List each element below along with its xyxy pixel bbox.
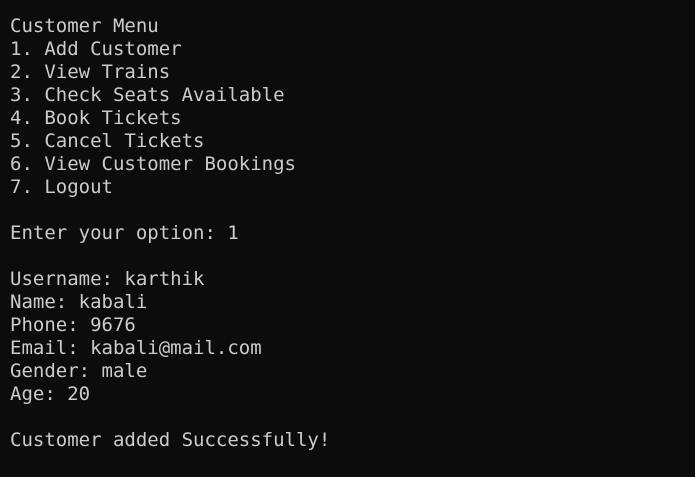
menu-item-view-trains: 2. View Trains (10, 61, 171, 83)
field-username: Username: karthik (10, 268, 205, 290)
console-window[interactable]: Customer Menu 1. Add Customer 2. View Tr… (0, 0, 695, 477)
menu-item-logout: 7. Logout (10, 176, 113, 198)
menu-title: Customer Menu (10, 15, 159, 37)
menu-item-book-tickets: 4. Book Tickets (10, 107, 182, 129)
menu-item-check-seats: 3. Check Seats Available (10, 84, 285, 106)
option-prompt: Enter your option: 1 (10, 222, 239, 244)
field-gender: Gender: male (10, 360, 148, 382)
result-message: Customer added Successfully! (10, 429, 331, 451)
menu-item-view-bookings: 6. View Customer Bookings (10, 153, 296, 175)
field-phone: Phone: 9676 (10, 314, 136, 336)
field-email: Email: kabali@mail.com (10, 337, 262, 359)
field-age: Age: 20 (10, 383, 91, 405)
field-name: Name: kabali (10, 291, 148, 313)
menu-item-cancel-tickets: 5. Cancel Tickets (10, 130, 205, 152)
menu-item-add-customer: 1. Add Customer (10, 38, 182, 60)
